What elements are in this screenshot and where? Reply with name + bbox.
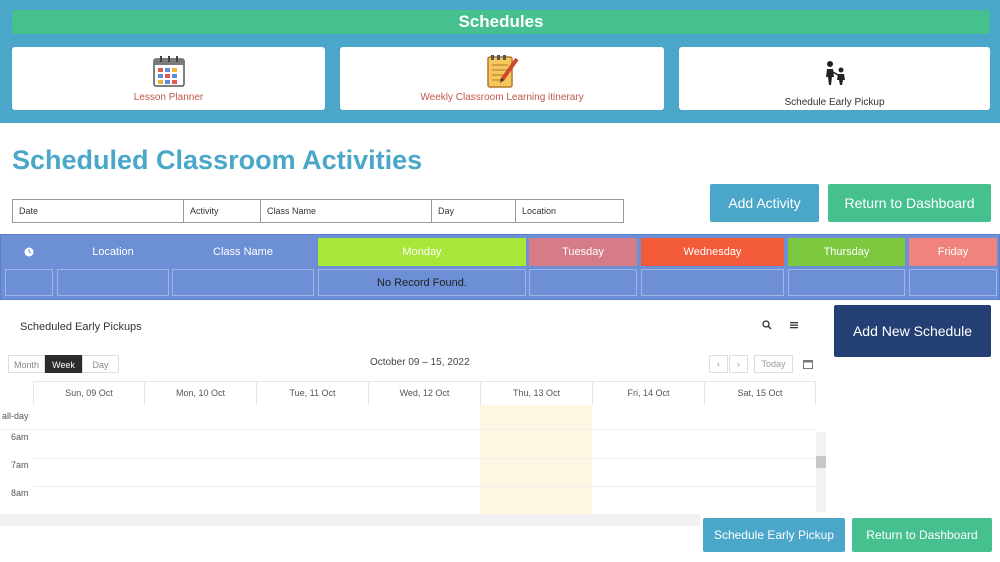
clock-icon	[7, 238, 51, 266]
table-cell	[909, 269, 997, 296]
schedule-early-pickup-label: Schedule Early Pickup	[784, 97, 885, 108]
time-label: 7am	[11, 460, 29, 470]
column-wednesday: Wednesday	[641, 238, 784, 266]
parent-child-icon	[822, 60, 848, 91]
day-header: Tue, 11 Oct	[256, 381, 368, 405]
schedule-early-pickup-button[interactable]: Schedule Early Pickup	[703, 518, 845, 552]
today-column	[480, 405, 592, 515]
column-class-name: Class Name	[213, 246, 273, 258]
lesson-planner-label: Lesson Planner	[133, 92, 204, 103]
column-thursday: Thursday	[788, 238, 905, 266]
table-cell	[57, 269, 169, 296]
page-header-title: Schedules	[12, 10, 990, 34]
day-header: Fri, 14 Oct	[592, 381, 704, 405]
table-cell	[788, 269, 905, 296]
vertical-scrollbar[interactable]	[816, 432, 826, 512]
filter-date[interactable]: Date	[13, 200, 184, 222]
view-month-button[interactable]: Month	[8, 355, 45, 373]
activity-filter-row: Date Activity Class Name Day Location	[12, 199, 624, 223]
calendar-title: Scheduled Early Pickups	[20, 321, 142, 333]
view-day-button[interactable]: Day	[82, 355, 119, 373]
filter-location[interactable]: Location	[516, 200, 623, 222]
table-cell	[5, 269, 53, 296]
table-cell	[641, 269, 784, 296]
notepad-icon	[483, 53, 521, 94]
column-location: Location	[92, 246, 134, 258]
early-pickups-calendar	[0, 305, 826, 525]
filter-activity[interactable]: Activity	[184, 200, 261, 222]
return-dashboard-button[interactable]: Return to Dashboard	[828, 184, 991, 222]
filter-class-name[interactable]: Class Name	[261, 200, 432, 222]
time-label: 8am	[11, 488, 29, 498]
day-header: Sat, 15 Oct	[704, 381, 816, 405]
scrollbar-thumb[interactable]	[816, 456, 826, 468]
grid-line	[33, 458, 816, 459]
filter-day[interactable]: Day	[432, 200, 516, 222]
table-cell	[172, 269, 314, 296]
add-activity-button[interactable]: Add Activity	[710, 184, 819, 222]
allday-label: all-day	[2, 411, 29, 421]
day-header: Mon, 10 Oct	[144, 381, 256, 405]
empty-message: No Record Found.	[377, 277, 467, 289]
next-button[interactable]: ›	[729, 355, 748, 373]
grid-line	[33, 486, 816, 487]
column-tuesday: Tuesday	[529, 238, 637, 266]
calendar-icon	[152, 54, 186, 93]
schedule-early-pickup-card[interactable]: Schedule Early Pickup	[679, 47, 990, 110]
horizontal-scrollbar[interactable]	[0, 514, 700, 526]
return-dashboard-bottom-button[interactable]: Return to Dashboard	[852, 518, 992, 552]
column-friday: Friday	[909, 238, 997, 266]
weekly-itinerary-label: Weekly Classroom Learning itinerary	[420, 92, 584, 103]
grid-line	[0, 429, 816, 430]
day-header: Wed, 12 Oct	[368, 381, 480, 405]
weekly-itinerary-card[interactable]: Weekly Classroom Learning itinerary	[340, 47, 664, 110]
column-monday: Monday	[318, 238, 526, 266]
prev-button[interactable]: ‹	[709, 355, 728, 373]
search-icon[interactable]	[760, 320, 774, 334]
day-header: Thu, 13 Oct	[480, 381, 592, 405]
page-title: Scheduled Classroom Activities	[12, 145, 423, 175]
calendar-picker-icon[interactable]	[799, 355, 817, 373]
menu-icon[interactable]	[787, 320, 801, 334]
day-header: Sun, 09 Oct	[33, 381, 144, 405]
date-range: October 09 – 15, 2022	[370, 357, 470, 368]
lesson-planner-card[interactable]: Lesson Planner	[12, 47, 325, 110]
today-button[interactable]: Today	[754, 355, 793, 373]
time-label: 6am	[11, 432, 29, 442]
weekly-activities-table: Location Class Name Monday Tuesday Wedne…	[0, 234, 1000, 300]
view-week-button[interactable]: Week	[45, 355, 82, 373]
table-cell	[529, 269, 637, 296]
add-new-schedule-button[interactable]: Add New Schedule	[834, 305, 991, 357]
schedules-page: Schedules Lesson Planner Weekly Classroo…	[0, 0, 1000, 562]
